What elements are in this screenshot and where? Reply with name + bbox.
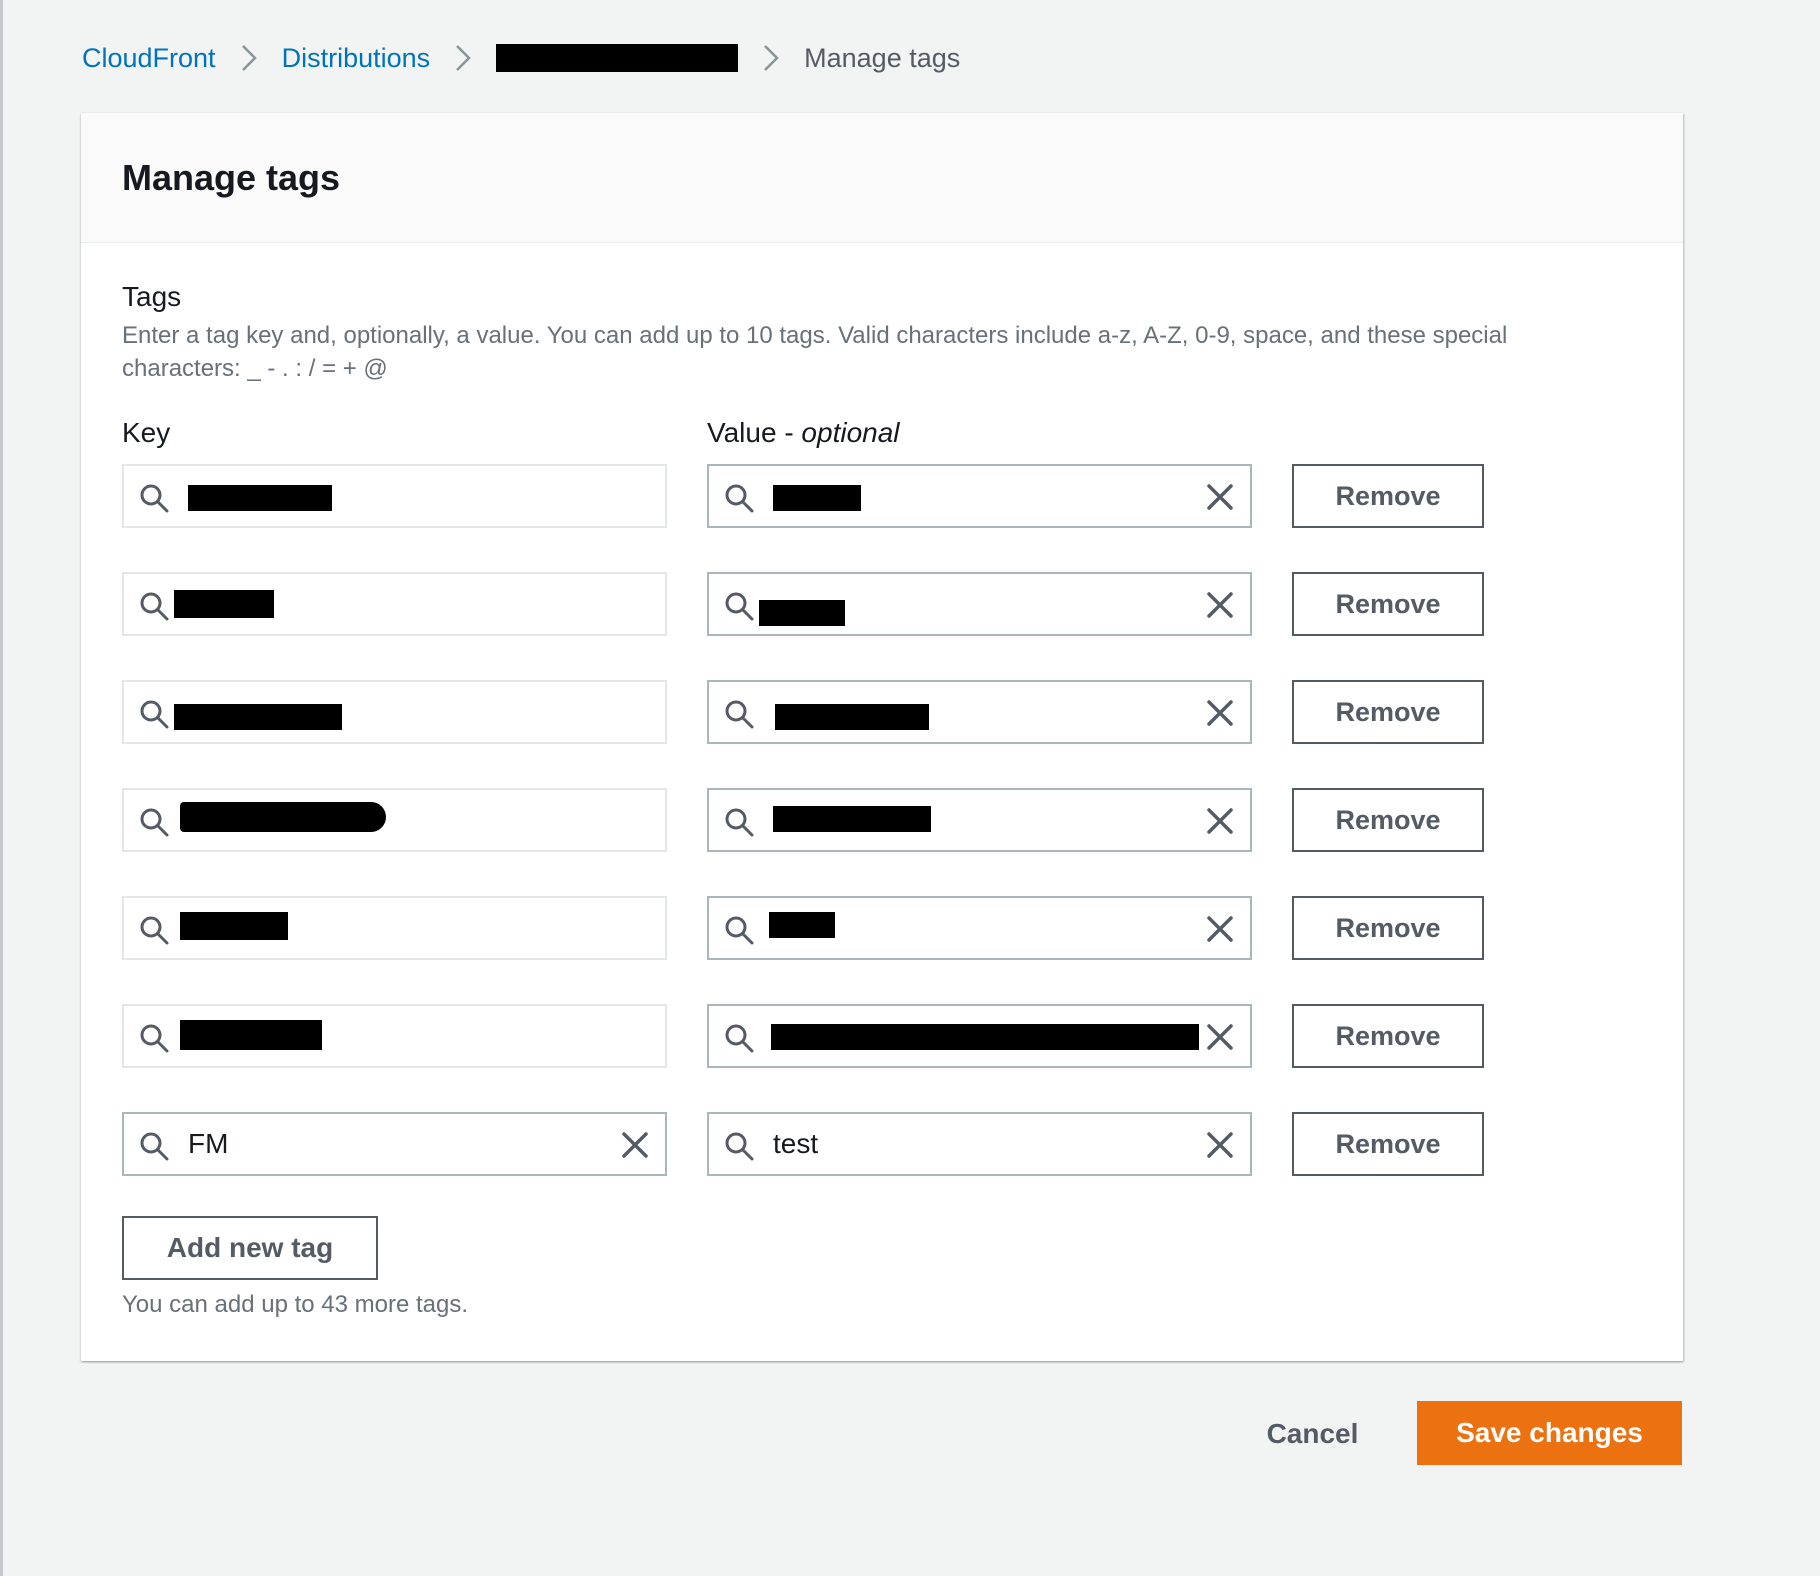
close-icon[interactable] [619, 1129, 651, 1161]
key-column-label: Key [122, 417, 171, 448]
search-icon [140, 916, 169, 945]
redacted-key [180, 1020, 322, 1050]
search-icon [140, 592, 169, 621]
search-icon [725, 1024, 754, 1053]
search-icon [140, 1132, 169, 1161]
tag-value-value: test [773, 1128, 819, 1159]
search-icon [725, 484, 754, 513]
tag-key-input[interactable] [122, 572, 667, 636]
redacted-key [174, 704, 342, 730]
close-icon[interactable] [1204, 697, 1236, 729]
remove-tag-button[interactable]: Remove [1292, 680, 1484, 744]
tag-value-input[interactable] [707, 464, 1252, 528]
redacted-key [180, 802, 386, 832]
search-icon [725, 592, 754, 621]
breadcrumb: CloudFront Distributions Manage tags [82, 38, 960, 78]
remove-tag-button[interactable]: Remove [1292, 1112, 1484, 1176]
tag-key-value: FM [188, 1128, 229, 1159]
panel-header: Manage tags [81, 113, 1683, 243]
redacted-key [188, 485, 332, 511]
breadcrumb-current-page: Manage tags [804, 42, 961, 73]
redacted-value [773, 806, 931, 832]
remove-tag-button[interactable]: Remove [1292, 896, 1484, 960]
value-label-text: Value - [707, 417, 802, 448]
chevron-right-icon [240, 43, 258, 73]
cancel-button[interactable]: Cancel [1245, 1402, 1380, 1466]
redacted-key [174, 590, 274, 618]
tags-label: Tags [122, 281, 182, 312]
search-icon [140, 808, 169, 837]
search-icon [725, 916, 754, 945]
search-icon [140, 484, 169, 513]
close-icon[interactable] [1204, 805, 1236, 837]
manage-tags-panel: Manage tags Tags Enter a tag key and, op… [81, 113, 1683, 1361]
remove-tag-button[interactable]: Remove [1292, 464, 1484, 528]
search-icon [725, 808, 754, 837]
redacted-key [180, 912, 288, 940]
breadcrumb-distribution-id-redacted[interactable] [496, 44, 739, 72]
close-icon[interactable] [1204, 481, 1236, 513]
tag-key-input[interactable] [122, 788, 667, 852]
redacted-value [775, 704, 929, 730]
value-label-optional: optional [801, 417, 900, 448]
value-column-label: Value - optional [707, 417, 900, 449]
redacted-value [771, 1024, 1199, 1050]
save-changes-button[interactable]: Save changes [1417, 1401, 1682, 1465]
redacted-value [769, 912, 835, 938]
close-icon[interactable] [1204, 1129, 1236, 1161]
tag-key-input[interactable] [122, 896, 667, 960]
add-new-tag-button[interactable]: Add new tag [122, 1216, 378, 1280]
remove-tag-button[interactable]: Remove [1292, 572, 1484, 636]
window-left-edge [0, 0, 3, 1576]
tag-key-input[interactable] [122, 1004, 667, 1068]
search-icon [725, 1132, 754, 1161]
tag-key-input[interactable] [122, 680, 667, 744]
search-icon [140, 700, 169, 729]
chevron-right-icon [454, 43, 472, 73]
panel-title: Manage tags [122, 156, 341, 198]
close-icon[interactable] [1204, 589, 1236, 621]
breadcrumb-cloudfront[interactable]: CloudFront [82, 43, 216, 74]
tag-value-input[interactable] [707, 572, 1252, 636]
redacted-value [773, 485, 861, 511]
redacted-value [759, 600, 845, 626]
close-icon[interactable] [1204, 1021, 1236, 1053]
tag-value-input[interactable] [707, 788, 1252, 852]
tag-value-input[interactable] [707, 1004, 1252, 1068]
remaining-tags-hint: You can add up to 43 more tags. [122, 1291, 469, 1318]
search-icon [725, 700, 754, 729]
breadcrumb-distributions[interactable]: Distributions [282, 43, 431, 74]
tag-key-input[interactable]: FM [122, 1112, 667, 1176]
remove-tag-button[interactable]: Remove [1292, 1004, 1484, 1068]
tags-description: Enter a tag key and, optionally, a value… [122, 322, 1508, 382]
search-icon [140, 1024, 169, 1053]
tag-value-input[interactable] [707, 896, 1252, 960]
close-icon[interactable] [1204, 913, 1236, 945]
tag-value-input[interactable]: test [707, 1112, 1252, 1176]
tag-value-input[interactable] [707, 680, 1252, 744]
tag-key-input[interactable] [122, 464, 667, 528]
remove-tag-button[interactable]: Remove [1292, 788, 1484, 852]
chevron-right-icon [762, 43, 780, 73]
